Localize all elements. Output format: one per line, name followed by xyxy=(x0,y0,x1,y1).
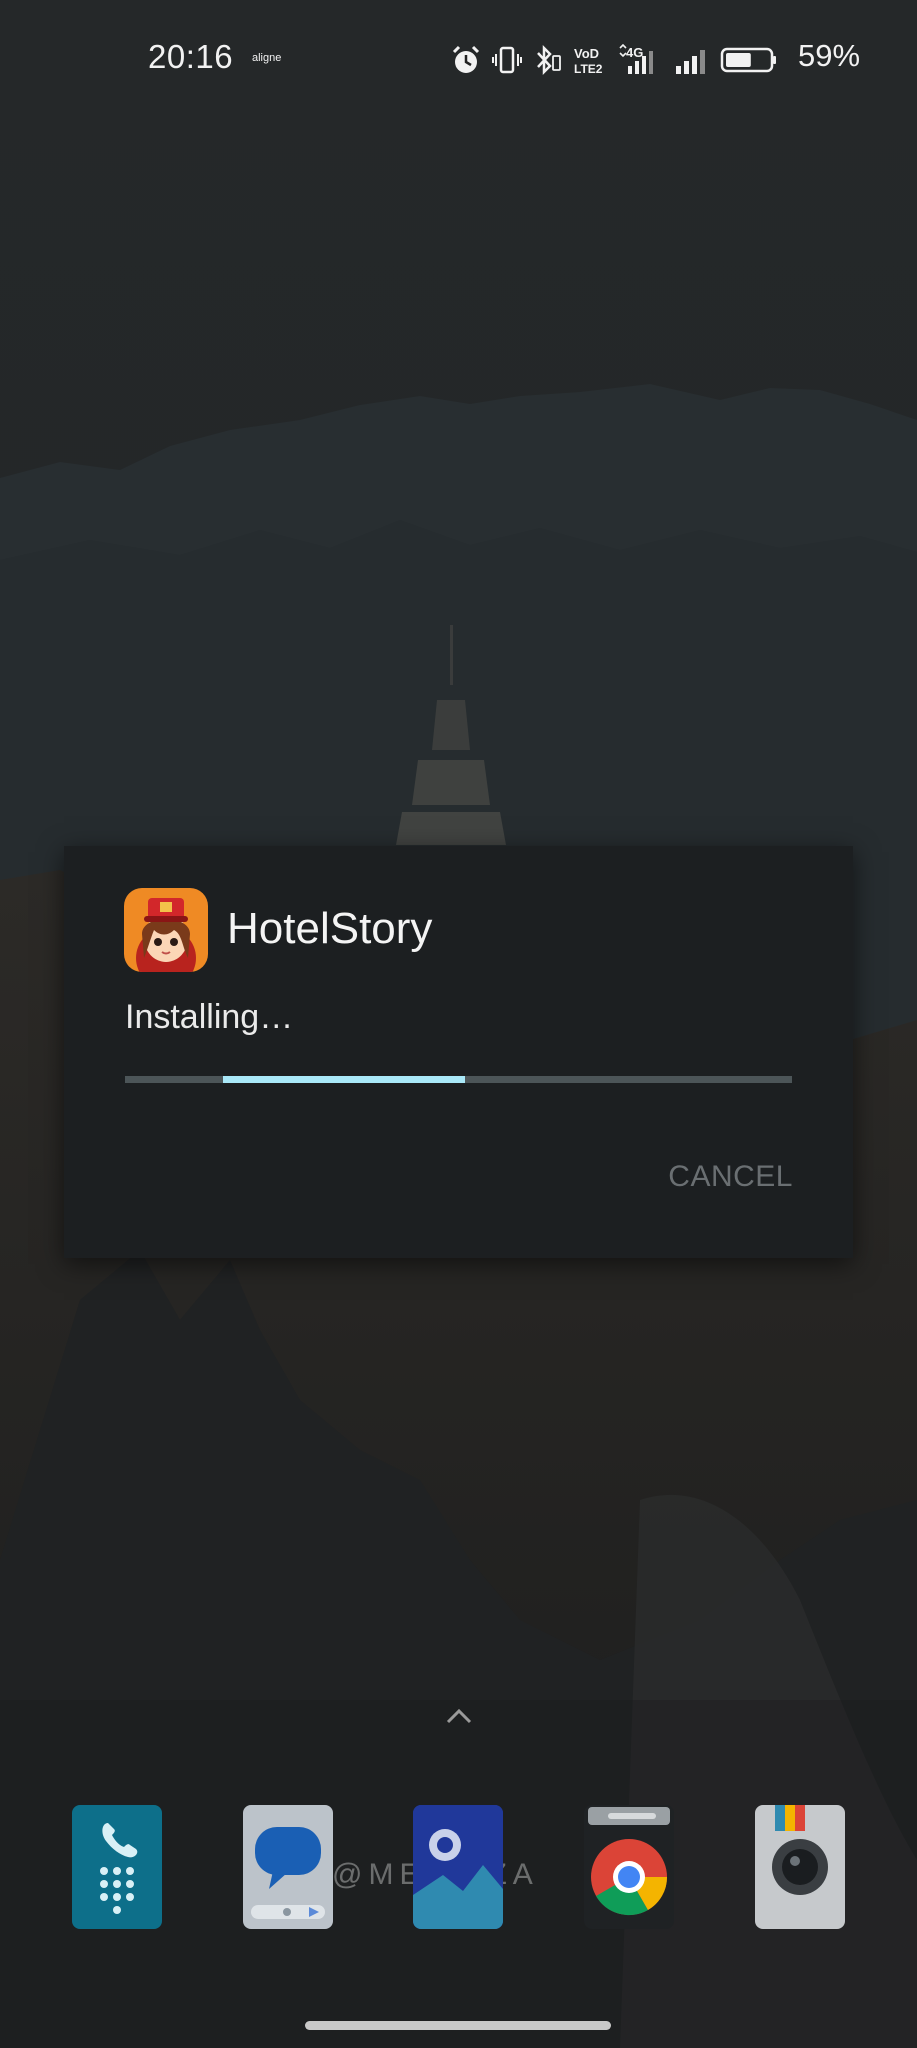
volte-icon: VoD LTE2 xyxy=(572,44,606,76)
status-time: 20:16 xyxy=(148,38,234,75)
phone-dialer-icon[interactable] xyxy=(72,1805,162,1929)
cancel-button[interactable]: CANCEL xyxy=(668,1160,793,1194)
gesture-navigation-handle[interactable] xyxy=(305,2021,611,2030)
app-name: HotelStory xyxy=(227,904,433,953)
svg-text:VoD: VoD xyxy=(574,46,599,61)
signal-icon xyxy=(674,44,710,76)
install-status-text: Installing… xyxy=(125,998,294,1036)
status-icons: VoD LTE2 4G xyxy=(450,40,778,80)
install-progress-fill xyxy=(223,1076,466,1083)
bluetooth-icon xyxy=(532,44,562,76)
battery-percentage: 59% xyxy=(798,38,861,73)
gallery-icon[interactable] xyxy=(413,1805,503,1929)
hotel-story-app-icon xyxy=(124,888,208,972)
svg-text:LTE2: LTE2 xyxy=(574,62,603,76)
messages-icon[interactable] xyxy=(243,1805,333,1929)
vibrate-icon xyxy=(492,44,522,76)
install-progress-bar xyxy=(125,1076,792,1083)
chevron-up-icon[interactable] xyxy=(444,1706,474,1726)
battery-icon xyxy=(720,44,778,76)
install-dialog: HotelStory Installing… CANCEL xyxy=(64,846,853,1258)
app-dock xyxy=(0,1805,917,1935)
alarm-icon xyxy=(450,44,482,76)
mobile-data-4g-icon: 4G xyxy=(616,44,664,76)
svg-text:4G: 4G xyxy=(626,45,643,60)
carrier-label: aligne xyxy=(252,52,282,64)
chrome-icon[interactable] xyxy=(584,1805,674,1929)
camera-icon[interactable] xyxy=(755,1805,845,1929)
status-bar: 20:16 aligne VoD LTE2 4G 59% xyxy=(0,0,917,118)
